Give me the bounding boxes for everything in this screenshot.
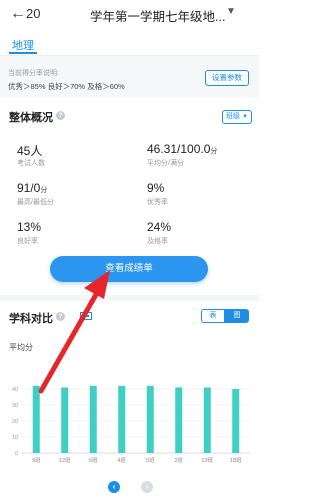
bar[interactable] <box>61 387 69 453</box>
toggle-chart-button[interactable]: 图 <box>225 309 249 323</box>
back-arrow-icon[interactable]: ← <box>10 5 26 23</box>
legend-icon <box>80 312 92 320</box>
settings-button[interactable]: 设置参数 <box>205 70 249 86</box>
help-icon[interactable]: ? <box>56 111 65 120</box>
y-tick-label: 10 <box>12 435 18 441</box>
y-tick-label: 40 <box>12 387 18 393</box>
stat-value: 45人 <box>17 144 43 158</box>
overview-title: 整体概况 <box>9 112 53 124</box>
stat-value: 24% <box>147 220 172 234</box>
y-tick-label: 30 <box>12 403 18 409</box>
class-select[interactable]: 班级 ▼ <box>222 110 252 124</box>
next-page-button[interactable]: › <box>141 481 153 493</box>
title-prefix: 20 <box>26 6 41 21</box>
x-tick-label: 6班 <box>89 456 98 464</box>
stat-label: 及格率 <box>147 238 168 245</box>
bar[interactable] <box>232 389 240 453</box>
class-select-label: 班级 <box>226 113 240 120</box>
tab-geography[interactable]: 地理 <box>12 37 34 53</box>
stat-value: 13% <box>17 220 42 234</box>
stat-label: 良好率 <box>17 238 38 245</box>
x-tick-label: 13班 <box>201 456 213 464</box>
x-tick-label: 18班 <box>230 456 242 464</box>
y-tick-label: 0 <box>15 451 18 457</box>
exam-dropdown-caret-icon[interactable]: ▼ <box>226 6 236 17</box>
x-tick-label: 9班 <box>32 456 41 464</box>
top-bar: ← 20 学年第一学期七年级地... ▼ <box>0 0 259 30</box>
bar[interactable] <box>32 385 40 453</box>
exam-title[interactable]: 学年第一学期七年级地... <box>90 6 225 25</box>
subject-tabs: 地理 <box>0 30 259 56</box>
bar[interactable] <box>146 385 154 453</box>
comparison-title: 学科对比 <box>9 313 53 325</box>
stat-label: 最高/最低分 <box>17 199 54 206</box>
chevron-down-icon: ▼ <box>241 114 248 120</box>
section-divider <box>0 295 259 301</box>
stat-label: 考试人数 <box>17 160 45 167</box>
view-report-button[interactable]: 查看成绩单 <box>50 256 208 282</box>
stat-value: 91/0分 <box>17 181 48 195</box>
bar[interactable] <box>175 387 183 453</box>
stat-label: 平均分/满分 <box>147 160 184 167</box>
bar[interactable] <box>89 385 97 453</box>
stat-value: 9% <box>147 181 165 195</box>
bar[interactable] <box>203 387 211 453</box>
subject-comparison-chart: 0 10 20 30 40 9班 12班 6班 4班 5班 2班 13班 18班 <box>12 385 250 464</box>
toggle-table-button[interactable]: 表 <box>201 309 225 323</box>
score-rate-label: 当前得分率说明: <box>8 70 59 77</box>
y-axis-title: 平均分 <box>9 343 33 352</box>
x-tick-label: 4班 <box>117 456 126 464</box>
active-tab-indicator <box>9 52 37 54</box>
prev-page-button[interactable]: ‹ <box>108 481 120 493</box>
stat-value: 46.31/100.0分 <box>147 142 218 156</box>
bar[interactable] <box>118 385 126 453</box>
stat-label: 优秀率 <box>147 199 168 206</box>
help-icon[interactable]: ? <box>56 312 65 321</box>
x-tick-label: 2班 <box>174 456 183 464</box>
x-tick-label: 5班 <box>146 456 155 464</box>
score-rate-levels: 优秀＞85% 良好＞70% 及格＞60% <box>8 82 125 91</box>
x-tick-label: 12班 <box>59 456 71 464</box>
y-tick-label: 20 <box>12 419 18 425</box>
